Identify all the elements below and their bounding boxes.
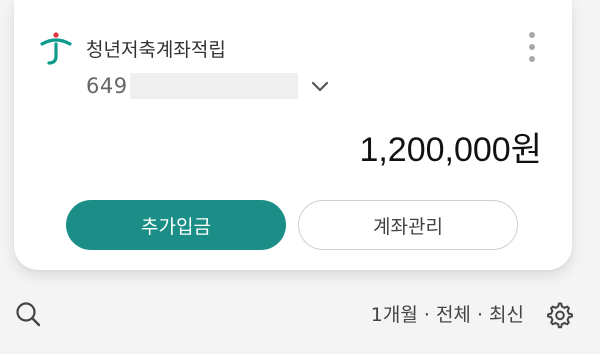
account-name: 청년저축계좌적립	[86, 39, 226, 61]
chevron-down-icon[interactable]	[308, 74, 332, 98]
account-balance: 1,200,000원	[359, 131, 542, 169]
account-number-row[interactable]: 649	[86, 72, 332, 100]
account-management-button[interactable]: 계좌관리	[298, 200, 518, 250]
more-dot-icon	[529, 56, 535, 62]
more-dot-icon	[529, 44, 535, 50]
more-options-button[interactable]	[522, 28, 542, 66]
more-dot-icon	[529, 32, 535, 38]
gear-icon[interactable]	[544, 300, 574, 330]
transaction-filter[interactable]: 1개월 · 전체 · 최신	[371, 300, 524, 327]
add-deposit-button[interactable]: 추가입금	[66, 200, 286, 250]
bank-logo-icon	[40, 32, 72, 65]
account-card: 청년저축계좌적립 649 1,200,000원 추가입금 계좌관리	[14, 0, 572, 270]
masked-account-digits	[129, 73, 298, 99]
account-number: 649	[86, 74, 128, 98]
search-icon[interactable]	[14, 300, 42, 328]
